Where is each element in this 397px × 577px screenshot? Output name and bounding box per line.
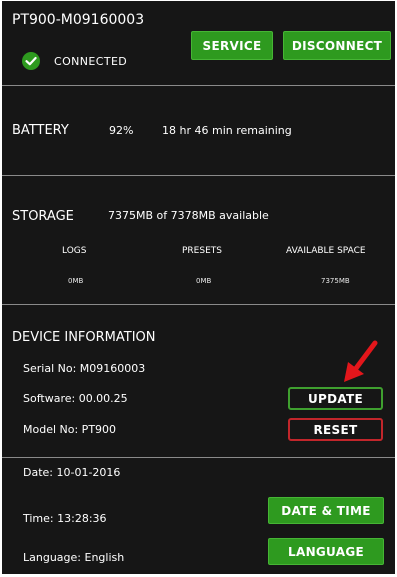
language-value: Language: English (23, 551, 125, 564)
time-value: Time: 13:28:36 (23, 512, 107, 525)
device-id: PT900-M09160003 (12, 12, 145, 28)
connection-status: CONNECTED (54, 55, 128, 68)
battery-remaining: 18 hr 46 min remaining (162, 124, 292, 137)
service-button[interactable]: SERVICE (191, 31, 273, 60)
software-version: Software: 00.00.25 (23, 392, 128, 405)
presets-label: PRESETS (182, 246, 222, 256)
storage-summary: 7375MB of 7378MB available (108, 209, 269, 222)
date-value: Date: 10-01-2016 (23, 466, 121, 479)
arrow-icon (344, 340, 378, 382)
device-panel: PT900-M09160003 CONNECTED SERVICE DISCON… (2, 1, 395, 574)
connected-check-icon (22, 52, 40, 70)
model-number: Model No: PT900 (23, 423, 117, 436)
update-button[interactable]: UPDATE (288, 387, 383, 410)
device-info-section: DEVICE INFORMATION Serial No: M09160003 … (2, 305, 395, 457)
logs-label: LOGS (62, 246, 87, 256)
available-space-value: 7375MB (321, 277, 350, 285)
battery-label: BATTERY (12, 123, 69, 138)
storage-section: STORAGE 7375MB of 7378MB available LOGS … (2, 176, 395, 304)
language-button[interactable]: LANGUAGE (268, 538, 384, 565)
battery-section: BATTERY 92% 18 hr 46 min remaining (2, 86, 395, 174)
storage-label: STORAGE (12, 209, 74, 224)
date-time-button[interactable]: DATE & TIME (268, 497, 384, 524)
available-space-label: AVAILABLE SPACE (286, 246, 366, 256)
datetime-section: Date: 10-01-2016 Time: 13:28:36 Language… (2, 458, 395, 574)
presets-value: 0MB (196, 277, 212, 285)
disconnect-button[interactable]: DISCONNECT (283, 31, 391, 60)
serial-number: Serial No: M09160003 (23, 362, 146, 375)
battery-percent: 92% (109, 124, 134, 137)
reset-button[interactable]: RESET (288, 418, 383, 441)
header-section: PT900-M09160003 CONNECTED SERVICE DISCON… (2, 1, 395, 84)
logs-value: 0MB (68, 277, 84, 285)
device-info-title: DEVICE INFORMATION (12, 330, 156, 345)
